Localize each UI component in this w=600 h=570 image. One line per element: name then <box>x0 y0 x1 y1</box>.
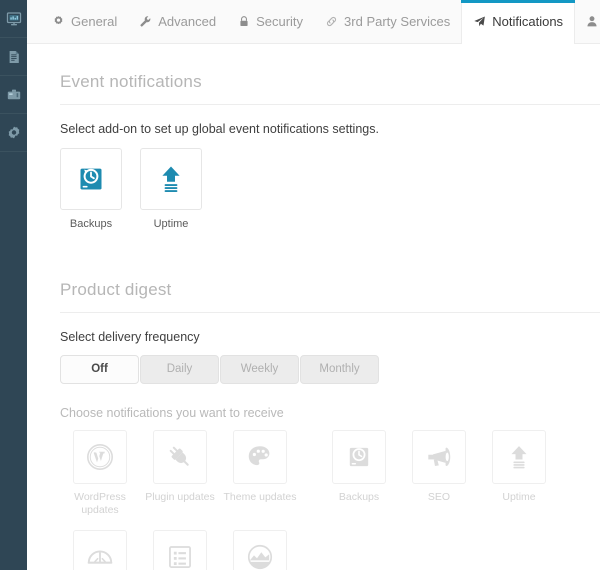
notification-type-wordpress-updates[interactable]: WordPress updates <box>60 429 140 518</box>
plug-icon <box>165 442 195 472</box>
user-icon <box>586 15 598 28</box>
frequency-option-weekly[interactable]: Weekly <box>220 354 299 384</box>
notification-type-backups[interactable]: Backups <box>319 429 399 518</box>
notification-types-grid-row1: WordPress updates Plugin updates Theme u… <box>60 429 580 518</box>
frequency-option-off[interactable]: Off <box>60 354 139 384</box>
notification-type-managewp-blog[interactable]: ManageWP Blog <box>220 530 300 570</box>
choose-notifications-label: Choose notifications you want to receive <box>60 405 284 420</box>
notification-type-managewp-blog-box[interactable] <box>233 530 287 570</box>
tab-security-label: Security <box>256 14 304 29</box>
megaphone-icon <box>424 442 454 472</box>
list-icon <box>166 543 194 570</box>
tab-notifications-label: Notifications <box>492 14 564 29</box>
left-sidebar <box>0 0 27 570</box>
wordpress-icon <box>85 442 115 472</box>
palette-icon <box>245 442 275 472</box>
delivery-frequency-group: Off Daily Weekly Monthly <box>60 354 600 384</box>
addon-tile-uptime[interactable]: Uptime <box>140 148 202 232</box>
notification-type-plugin-updates[interactable]: Plugin updates <box>140 429 220 518</box>
hard-drive-clock-icon <box>75 163 107 195</box>
event-notifications-description: Select add-on to set up global event not… <box>60 122 379 136</box>
addon-tile-backups-label: Backups <box>69 218 113 230</box>
tab-notifications[interactable]: Notifications <box>461 0 576 44</box>
event-notifications-heading: Event notifications <box>60 44 600 105</box>
addon-tile-backups-box[interactable] <box>60 148 122 210</box>
sidebar-item-tools[interactable] <box>0 76 27 114</box>
notification-type-backups-box[interactable] <box>332 429 386 484</box>
settings-content: Event notifications Select add-on to set… <box>27 44 600 570</box>
hard-drive-clock-icon <box>345 443 373 471</box>
link-icon <box>325 15 338 28</box>
notification-type-wordpress-updates-label: WordPress updates <box>74 490 126 517</box>
tab-advanced[interactable]: Advanced <box>128 0 227 43</box>
main-panel: General Advanced Security 3rd Party Serv… <box>27 0 600 570</box>
app-window: General Advanced Security 3rd Party Serv… <box>0 0 600 570</box>
mountain-circle-icon <box>245 542 275 570</box>
event-addon-tiles: Backups Uptime <box>60 148 600 232</box>
notification-type-product-updates[interactable]: Product Updates <box>140 530 220 570</box>
sidebar-item-dashboard[interactable] <box>0 0 27 38</box>
sidebar-item-settings[interactable] <box>0 114 27 152</box>
notification-type-optimizations[interactable]: Optimizations <box>60 530 140 570</box>
notification-type-uptime[interactable]: Uptime <box>479 429 559 518</box>
tab-general[interactable]: General <box>41 0 128 43</box>
toolbox-icon <box>6 87 22 103</box>
tab-security[interactable]: Security <box>227 0 314 43</box>
tab-advanced-label: Advanced <box>158 14 217 29</box>
frequency-option-daily[interactable]: Daily <box>140 354 219 384</box>
delivery-frequency-label: Select delivery frequency <box>60 329 200 344</box>
notification-type-optimizations-box[interactable] <box>73 530 127 570</box>
notification-type-seo[interactable]: SEO <box>399 429 479 518</box>
notification-types-grid-row2: Optimizations <box>60 530 580 570</box>
sidebar-item-reports[interactable] <box>0 38 27 76</box>
notification-type-seo-box[interactable] <box>412 429 466 484</box>
tab-profile[interactable]: Profile <box>575 0 600 43</box>
addon-tile-uptime-label: Uptime <box>153 218 189 230</box>
notification-type-uptime-box[interactable] <box>492 429 546 484</box>
frequency-option-monthly[interactable]: Monthly <box>300 354 379 384</box>
notification-type-plugin-updates-label: Plugin updates <box>145 490 215 503</box>
notification-type-theme-updates-label: Theme updates <box>223 490 297 503</box>
upload-arrow-icon <box>505 443 533 471</box>
notification-type-wordpress-updates-box[interactable] <box>73 429 127 484</box>
gauge-icon <box>85 542 115 570</box>
notification-type-theme-updates[interactable]: Theme updates <box>220 429 300 518</box>
paper-plane-icon <box>473 15 486 28</box>
notification-type-theme-updates-box[interactable] <box>233 429 287 484</box>
notification-type-product-updates-box[interactable] <box>153 530 207 570</box>
tab-third-party-services[interactable]: 3rd Party Services <box>314 0 461 43</box>
reports-icon <box>6 49 22 65</box>
lock-icon <box>238 15 250 28</box>
tab-third-party-services-label: 3rd Party Services <box>344 14 451 29</box>
notification-type-plugin-updates-box[interactable] <box>153 429 207 484</box>
upload-arrow-icon <box>155 163 187 195</box>
settings-gear-icon <box>6 125 22 141</box>
addon-tile-backups[interactable]: Backups <box>60 148 122 232</box>
settings-tab-bar: General Advanced Security 3rd Party Serv… <box>27 0 600 44</box>
gear-icon <box>52 15 65 28</box>
dashboard-icon <box>6 11 22 27</box>
notification-type-seo-label: SEO <box>427 490 451 503</box>
tab-general-label: General <box>71 14 118 29</box>
addon-tile-uptime-box[interactable] <box>140 148 202 210</box>
notification-type-backups-label: Backups <box>338 490 380 503</box>
notification-type-uptime-label: Uptime <box>502 490 536 503</box>
wrench-icon <box>139 15 152 28</box>
product-digest-heading: Product digest <box>60 232 600 313</box>
